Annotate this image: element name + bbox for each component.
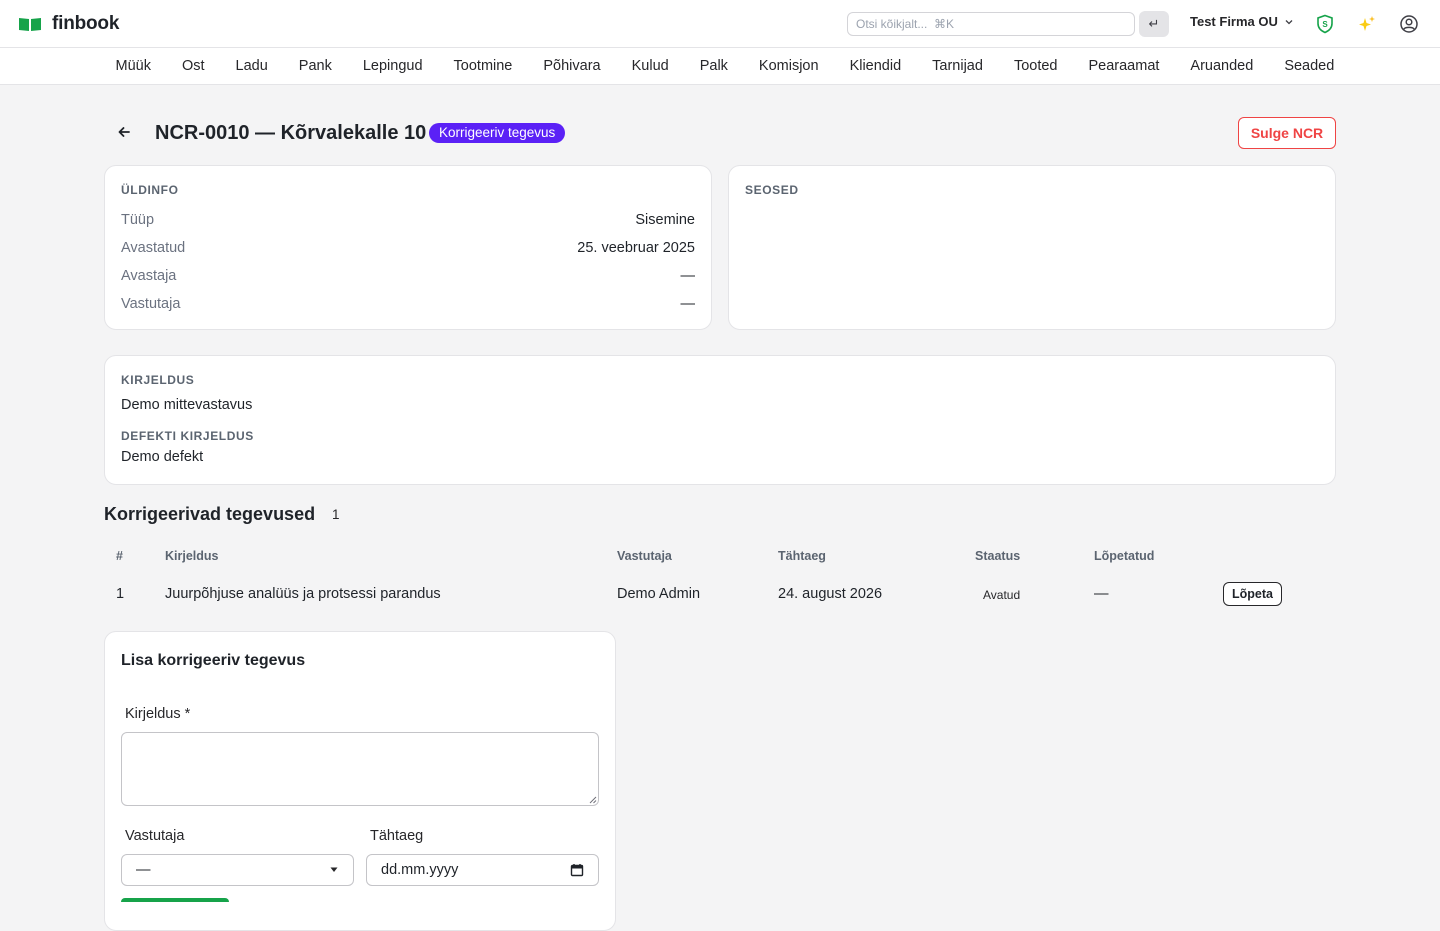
caret-down-icon — [330, 867, 338, 872]
close-ncr-button[interactable]: Sulge NCR — [1238, 117, 1336, 149]
user-menu-button[interactable] — [1397, 12, 1421, 36]
book-icon — [19, 18, 41, 31]
logo[interactable]: finbook — [18, 12, 119, 36]
info-value: — — [680, 268, 696, 284]
company-name: Test Firma OU — [1190, 14, 1278, 29]
row-status: Avatud — [983, 588, 1021, 602]
status-badge: Korrigeeriv tegevus — [429, 123, 566, 143]
deadline-field-label: Tähtaeg — [370, 828, 424, 844]
nav-items: Müük Ost Ladu Pank Lepingud Tootmine Põh… — [100, 48, 1350, 84]
description-label: KIRJELDUS — [121, 373, 195, 387]
sparkles-icon — [1359, 16, 1375, 31]
info-row-responsible: Vastutaja — — [121, 294, 695, 314]
info-value: Sisemine — [635, 212, 695, 228]
column-header-status: Staatus — [975, 549, 1021, 563]
links-card: SEOSED — [728, 165, 1336, 330]
nav-item-pohivara[interactable]: Põhivara — [528, 58, 616, 74]
search-input[interactable] — [856, 17, 1126, 31]
row-owner: Demo Admin — [617, 586, 701, 602]
column-header-completed: Lõpetatud — [1094, 549, 1155, 563]
nav-item-kulud[interactable]: Kulud — [616, 58, 684, 74]
subscription-shield-button[interactable]: S — [1313, 12, 1337, 36]
info-row-detector: Avastaja — — [121, 266, 695, 286]
search-submit-button[interactable]: ↵ — [1139, 11, 1169, 37]
info-row-detected: Avastatud 25. veebruar 2025 — [121, 238, 695, 258]
company-switcher[interactable]: Test Firma OU — [1190, 14, 1294, 29]
calendar-icon[interactable] — [570, 863, 584, 877]
defect-description-label: DEFEKTI KIRJELDUS — [121, 429, 254, 443]
deadline-placeholder: dd.mm.yyyy — [381, 862, 459, 878]
general-info-card: ÜLDINFO Tüüp Sisemine Avastatud 25. veeb… — [104, 165, 712, 330]
nav-item-tarnijad[interactable]: Tarnijad — [917, 58, 999, 74]
finish-action-button[interactable]: Lõpeta — [1223, 582, 1282, 606]
nav-item-tooted[interactable]: Tooted — [998, 58, 1073, 74]
form-title: Lisa korrigeeriv tegevus — [121, 652, 306, 669]
nav-item-seaded[interactable]: Seaded — [1269, 58, 1350, 74]
nav-item-ost[interactable]: Ost — [166, 58, 220, 74]
nav-item-palk[interactable]: Palk — [684, 58, 743, 74]
description-textarea[interactable] — [121, 732, 599, 806]
nav-item-tootmine[interactable]: Tootmine — [438, 58, 528, 74]
deadline-date-input[interactable]: dd.mm.yyyy — [366, 854, 599, 886]
save-button[interactable] — [121, 898, 229, 902]
row-description: Juurpõhjuse analüüs ja protsessi parandu… — [165, 586, 441, 602]
description-field-label: Kirjeldus * — [125, 706, 191, 722]
user-circle-icon — [1400, 15, 1418, 33]
info-row-type: Tüüp Sisemine — [121, 210, 695, 230]
owner-select[interactable]: — — [121, 854, 354, 886]
row-deadline: 24. august 2026 — [778, 586, 883, 602]
main-nav: Müük Ost Ladu Pank Lepingud Tootmine Põh… — [0, 48, 1440, 85]
corrective-actions-title: Korrigeerivad tegevused — [104, 504, 316, 524]
nav-item-pearaamat[interactable]: Pearaamat — [1073, 58, 1175, 74]
row-number: 1 — [116, 586, 125, 602]
description-value: Demo mittevastavus — [121, 397, 253, 413]
column-header-deadline: Tähtaeg — [778, 549, 826, 563]
owner-field-label: Vastutaja — [125, 828, 185, 844]
defect-description-value: Demo defekt — [121, 449, 204, 465]
info-key: Avastatud — [121, 240, 186, 256]
info-key: Tüüp — [121, 212, 155, 228]
general-info-label: ÜLDINFO — [121, 183, 179, 197]
info-key: Vastutaja — [121, 296, 181, 312]
brand-name: finbook — [52, 13, 120, 34]
description-card: KIRJELDUS Demo mittevastavus DEFEKTI KIR… — [104, 355, 1336, 485]
info-key: Avastaja — [121, 268, 177, 284]
arrow-left-icon — [118, 127, 130, 137]
global-search[interactable] — [847, 12, 1135, 36]
ai-assistant-button[interactable] — [1355, 12, 1379, 36]
chevron-down-icon — [1285, 19, 1293, 24]
back-button[interactable] — [112, 120, 136, 144]
links-label: SEOSED — [745, 183, 799, 197]
top-bar: finbook ↵ Test Firma OU S — [0, 0, 1440, 48]
nav-item-pank[interactable]: Pank — [283, 58, 347, 74]
column-header-owner: Vastutaja — [617, 549, 672, 563]
page-title: NCR-0010 — Kõrvalekalle 10 — [155, 122, 427, 144]
owner-select-value: — — [136, 862, 151, 878]
info-value: 25. veebruar 2025 — [577, 240, 695, 256]
resize-handle-icon — [589, 796, 597, 804]
info-value: — — [680, 296, 696, 312]
nav-item-komisjon[interactable]: Komisjon — [743, 58, 834, 74]
column-header-number: # — [116, 549, 123, 563]
svg-text:S: S — [1322, 20, 1328, 29]
column-header-description: Kirjeldus — [165, 549, 219, 563]
nav-item-muuk[interactable]: Müük — [100, 58, 166, 74]
row-completed: — — [1094, 586, 1109, 602]
nav-item-ladu[interactable]: Ladu — [220, 58, 283, 74]
enter-icon: ↵ — [1148, 16, 1160, 31]
nav-item-aruanded[interactable]: Aruanded — [1175, 58, 1269, 74]
nav-item-kliendid[interactable]: Kliendid — [834, 58, 917, 74]
corrective-actions-count: 1 — [332, 507, 340, 522]
nav-item-lepingud[interactable]: Lepingud — [347, 58, 438, 74]
add-action-form: Lisa korrigeeriv tegevus Kirjeldus * Vas… — [104, 631, 616, 931]
shield-icon: S — [1317, 14, 1333, 34]
